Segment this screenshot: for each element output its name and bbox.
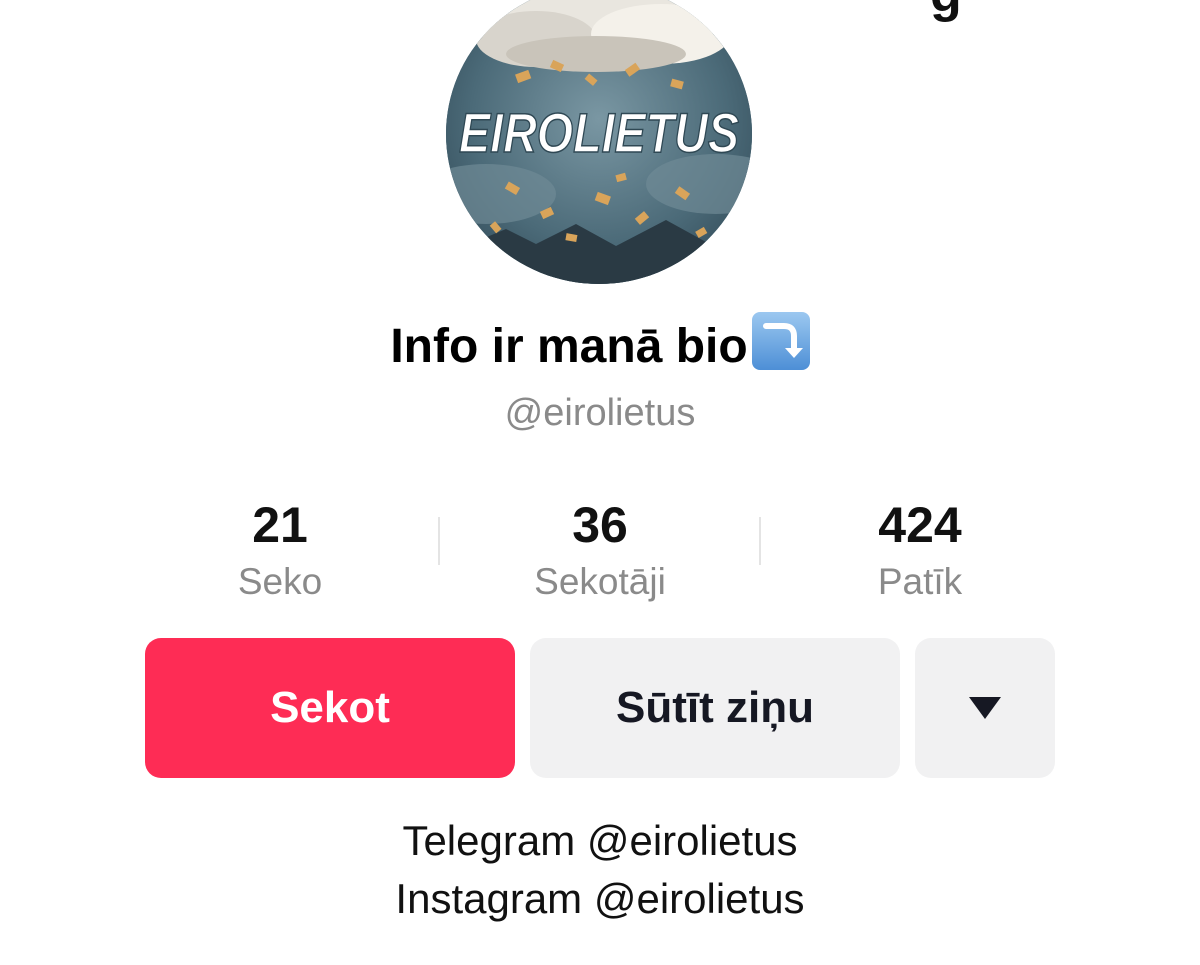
send-message-button[interactable]: Sūtīt ziņu <box>530 638 900 778</box>
display-name-text: Info ir manā bio <box>390 320 748 373</box>
follow-button[interactable]: Sekot <box>145 638 515 778</box>
bio: Telegram @eirolietus Instagram @eiroliet… <box>0 812 1200 928</box>
stat-following[interactable]: 21 Seko <box>120 495 440 609</box>
caret-down-icon <box>969 697 1001 719</box>
stat-following-label: Seko <box>237 561 323 602</box>
stat-followers-label: Sekotāji <box>534 561 666 602</box>
avatar-image: EIROLIETUS <box>446 0 752 284</box>
more-options-button[interactable] <box>915 638 1055 778</box>
display-name: Info ir manā bio <box>0 312 1200 379</box>
status-bar-fragment: g <box>930 0 962 24</box>
svg-text:EIROLIETUS: EIROLIETUS <box>459 101 739 164</box>
right-arrow-curving-down-icon <box>751 312 810 370</box>
stat-following-count: 21 <box>252 497 308 553</box>
username: @eirolietus <box>504 392 696 434</box>
bio-line-instagram: Instagram @eirolietus <box>395 875 805 922</box>
avatar[interactable]: EIROLIETUS <box>446 0 752 284</box>
stat-followers-count: 36 <box>572 497 628 553</box>
profile-stats: 21 Seko 36 Sekotāji 424 Patīk <box>120 495 1080 615</box>
stat-followers[interactable]: 36 Sekotāji <box>440 495 760 609</box>
stat-likes-count: 424 <box>878 497 962 553</box>
stat-likes[interactable]: 424 Patīk <box>760 495 1080 609</box>
stat-likes-label: Patīk <box>877 561 963 602</box>
bio-line-telegram: Telegram @eirolietus <box>402 817 798 864</box>
profile-page: g <box>0 0 1200 965</box>
